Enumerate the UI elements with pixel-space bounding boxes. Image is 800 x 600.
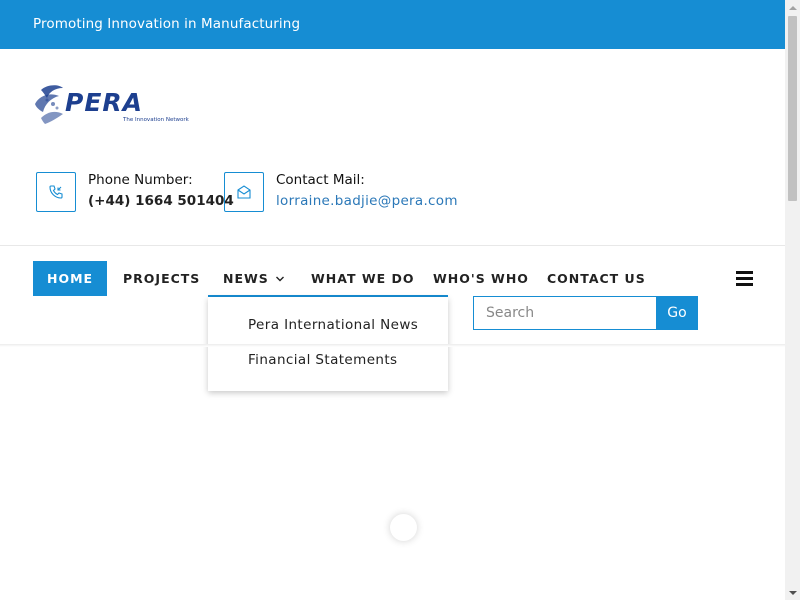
scroll-thumb[interactable] xyxy=(788,16,797,201)
dropdown-item-financial-statements[interactable]: Financial Statements xyxy=(248,352,397,368)
phone-icon xyxy=(49,185,63,199)
scroll-down-arrow-icon[interactable] xyxy=(785,585,800,600)
pera-logo[interactable]: PERA The Innovation Network xyxy=(33,82,193,126)
nav-what-we-do[interactable]: WHAT WE DO xyxy=(311,261,415,296)
nav-home[interactable]: HOME xyxy=(33,261,108,296)
pera-globe-logo-icon: PERA The Innovation Network xyxy=(35,85,190,124)
mail-label: Contact Mail: xyxy=(276,172,365,188)
logo-wordmark: PERA xyxy=(65,88,143,117)
scroll-up-arrow-icon[interactable] xyxy=(785,0,800,15)
search-go-button[interactable]: Go xyxy=(656,296,698,330)
mail-icon-box[interactable] xyxy=(224,172,264,212)
nav-bottom-shadow xyxy=(0,344,785,347)
nav-news-label: NEWS xyxy=(223,271,269,286)
nav-whos-who[interactable]: WHO'S WHO xyxy=(433,261,529,296)
phone-icon-box[interactable] xyxy=(36,172,76,212)
nav-contact-us[interactable]: CONTACT US xyxy=(547,261,646,296)
hamburger-icon[interactable] xyxy=(736,271,753,286)
page-scrollbar[interactable] xyxy=(785,0,800,600)
phone-number[interactable]: (+44) 1664 501404 xyxy=(88,193,234,209)
mail-link[interactable]: lorraine.badjie@pera.com xyxy=(276,193,458,209)
loading-spinner xyxy=(390,514,417,541)
header-divider xyxy=(0,245,785,246)
site-tagline: Promoting Innovation in Manufacturing xyxy=(33,16,301,32)
search-input[interactable] xyxy=(473,296,656,330)
dropdown-item-pera-international-news[interactable]: Pera International News xyxy=(248,317,418,333)
nav-projects[interactable]: PROJECTS xyxy=(123,261,200,296)
phone-label: Phone Number: xyxy=(88,172,193,188)
logo-tagline: The Innovation Network xyxy=(122,117,190,123)
top-bar: Promoting Innovation in Manufacturing xyxy=(0,0,785,49)
mail-icon xyxy=(237,185,251,199)
nav-news[interactable]: NEWS xyxy=(223,261,285,296)
chevron-down-icon xyxy=(275,276,284,281)
